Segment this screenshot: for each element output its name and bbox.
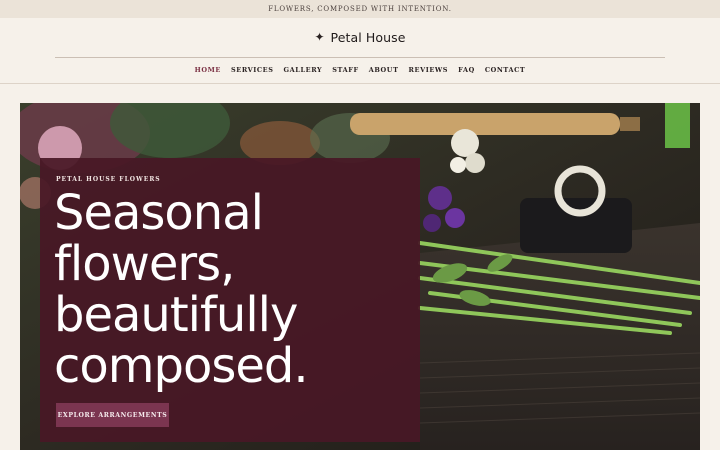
nav-item-about[interactable]: ABOUT bbox=[369, 66, 399, 74]
brand-name: Petal House bbox=[330, 29, 406, 45]
nav-item-home[interactable]: HOME bbox=[195, 66, 221, 74]
hero-eyebrow: PETAL HOUSE FLOWERS bbox=[56, 176, 161, 183]
brand-logo[interactable]: ✦ Petal House bbox=[0, 28, 720, 46]
headline-line: Seasonal bbox=[54, 185, 264, 241]
sparkle-icon: ✦ bbox=[314, 30, 325, 44]
nav-item-services[interactable]: SERVICES bbox=[231, 66, 274, 74]
hero-panel: PETAL HOUSE FLOWERS Seasonal flowers, be… bbox=[40, 158, 420, 442]
announcement-bar: FLOWERS, COMPOSED WITH INTENTION. bbox=[0, 0, 720, 18]
nav-item-staff[interactable]: STAFF bbox=[332, 66, 358, 74]
headline-line: composed. bbox=[54, 338, 309, 394]
nav-item-reviews[interactable]: REVIEWS bbox=[409, 66, 449, 74]
headline-line: beautifully bbox=[54, 287, 298, 343]
nav-item-contact[interactable]: CONTACT bbox=[485, 66, 526, 74]
nav-item-faq[interactable]: FAQ bbox=[458, 66, 475, 74]
announcement-text: FLOWERS, COMPOSED WITH INTENTION. bbox=[268, 5, 452, 13]
nav-divider bbox=[0, 83, 720, 84]
headline-line: flowers, bbox=[54, 236, 235, 292]
main-nav: HOME SERVICES GALLERY STAFF ABOUT REVIEW… bbox=[0, 64, 720, 76]
nav-item-gallery[interactable]: GALLERY bbox=[284, 66, 323, 74]
hero-headline: Seasonal flowers, beautifully composed. bbox=[54, 188, 414, 392]
explore-arrangements-button[interactable]: EXPLORE ARRANGEMENTS bbox=[56, 403, 169, 427]
hero-section: PETAL HOUSE FLOWERS Seasonal flowers, be… bbox=[20, 103, 700, 450]
header-divider bbox=[55, 57, 665, 58]
